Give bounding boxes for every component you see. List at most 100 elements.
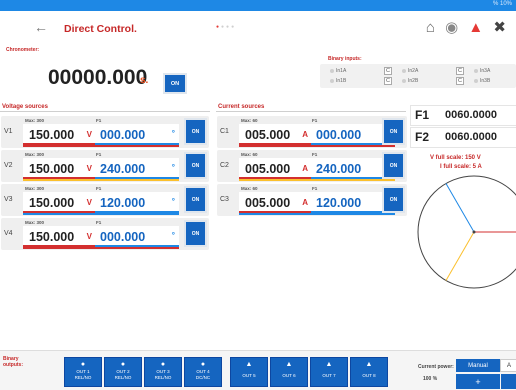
amplitude-field[interactable]: 150.000 V bbox=[23, 192, 95, 213]
phase-color-stripe bbox=[239, 213, 395, 215]
frequency-f2[interactable]: F2 0060.0000 bbox=[410, 127, 516, 148]
max-label: Max: 60 bbox=[241, 152, 258, 157]
current-row-c3: C3 Max: 60 F1 005.000A 120.000° ON bbox=[217, 184, 407, 216]
c1-on-button[interactable]: ON bbox=[382, 118, 405, 145]
amplitude-unit: V bbox=[86, 164, 92, 173]
phasor-diagram bbox=[417, 175, 516, 289]
source-label: V2 bbox=[4, 162, 13, 169]
amplitude-unit: V bbox=[86, 232, 92, 241]
auto-button[interactable]: A bbox=[500, 359, 516, 372]
amplitude-field[interactable]: 005.000 A bbox=[239, 124, 311, 145]
amplitude-field[interactable]: 005.000 A bbox=[239, 192, 311, 213]
source-label: V4 bbox=[4, 230, 13, 237]
amplitude-unit: A bbox=[302, 198, 308, 207]
f1-value: 0060.0000 bbox=[445, 109, 497, 121]
output-button-8[interactable]: ▲ OUT 8 bbox=[350, 357, 388, 387]
phase-value: 000.000 bbox=[100, 128, 146, 142]
binary-input-in1b-c[interactable]: C bbox=[384, 77, 392, 85]
extra-button[interactable] bbox=[501, 374, 516, 389]
phase-color-stripe bbox=[23, 247, 179, 249]
c2-on-button[interactable]: ON bbox=[382, 152, 405, 179]
chronometer-value: 00000.000 bbox=[48, 66, 148, 89]
current-full-scale: I full scale: 5 A bbox=[440, 164, 482, 170]
home-icon[interactable]: ⌂ bbox=[426, 19, 435, 36]
current-divider bbox=[216, 111, 406, 112]
output-button-7[interactable]: ▲ OUT 7 bbox=[310, 357, 348, 387]
source-label: C2 bbox=[220, 162, 229, 169]
binary-inputs-title: Binary inputs: bbox=[328, 56, 362, 62]
binary-input-in3a: In3A bbox=[474, 68, 490, 74]
phase-color-stripe bbox=[23, 179, 179, 181]
current-row-c1: C1 Max: 60 F1 005.000A 000.000° ON bbox=[217, 116, 407, 148]
output-button-5[interactable]: ▲ OUT 5 bbox=[230, 357, 268, 387]
output-button-4[interactable]: ● OUT 4 DC/NC bbox=[184, 357, 222, 387]
voltage-full-scale: V full scale: 150 V bbox=[430, 155, 481, 161]
amplitude-field[interactable]: 150.000 V bbox=[23, 124, 95, 145]
f1-label: F1 bbox=[96, 186, 102, 191]
settings-icon[interactable]: ◉ bbox=[445, 19, 458, 36]
frequency-f1[interactable]: F1 0060.0000 bbox=[410, 105, 516, 126]
manual-button[interactable]: Manual bbox=[456, 359, 500, 372]
phase-value: 240.000 bbox=[316, 162, 362, 176]
tools-icon[interactable]: ✖ bbox=[493, 19, 506, 36]
triangle-icon: ▲ bbox=[285, 361, 293, 368]
phase-color-stripe bbox=[23, 145, 179, 147]
current-sources-title: Current sources bbox=[218, 104, 265, 110]
phase-field[interactable]: 000.000 ° bbox=[95, 226, 179, 247]
max-label: Max: 300 bbox=[25, 186, 45, 191]
v2-on-button[interactable]: ON bbox=[184, 152, 207, 179]
phase-unit: ° bbox=[171, 129, 175, 138]
warning-icon[interactable]: ▲ bbox=[468, 19, 483, 36]
phase-value: 240.000 bbox=[100, 162, 146, 176]
binary-input-in2b-c[interactable]: C bbox=[456, 77, 464, 85]
phase-color-stripe bbox=[239, 145, 395, 147]
amplitude-field[interactable]: 150.000 V bbox=[23, 158, 95, 179]
voltage-row-v4: V4 Max: 300 F1 150.000 V 000.000 ° ON bbox=[1, 218, 209, 250]
phase-field[interactable]: 240.000 ° bbox=[95, 158, 179, 179]
binary-input-in2b: In2B bbox=[402, 78, 418, 84]
page-indicator[interactable]: ●●●● bbox=[216, 24, 236, 30]
amplitude-value: 150.000 bbox=[29, 162, 75, 176]
back-arrow-icon[interactable]: ← bbox=[34, 19, 48, 35]
current-row-c2: C2 Max: 60 F1 005.000A 240.000° ON bbox=[217, 150, 407, 182]
phase-value: 120.000 bbox=[316, 196, 362, 210]
phase-unit: ° bbox=[171, 163, 175, 172]
f1-label: F1 bbox=[312, 152, 318, 157]
status-bar: % 10% bbox=[0, 0, 516, 11]
v3-on-button[interactable]: ON bbox=[184, 186, 207, 213]
phase-unit: ° bbox=[171, 197, 175, 206]
c3-on-button[interactable]: ON bbox=[382, 186, 405, 213]
output-button-6[interactable]: ▲ OUT 6 bbox=[270, 357, 308, 387]
voltage-row-v2: V2 Max: 300 F1 150.000 V 240.000 ° ON bbox=[1, 150, 209, 182]
source-label: V1 bbox=[4, 128, 13, 135]
phase-field[interactable]: 000.000 ° bbox=[95, 124, 179, 145]
source-label: V3 bbox=[4, 196, 13, 203]
amplitude-unit: V bbox=[86, 130, 92, 139]
chronometer-unit: s. bbox=[140, 75, 149, 86]
output-button-3[interactable]: ● OUT 3 REL/NO bbox=[144, 357, 182, 387]
circle-icon: ● bbox=[200, 361, 206, 368]
led-icon bbox=[474, 68, 478, 73]
plus-button[interactable]: + bbox=[456, 374, 500, 389]
binary-input-in1a-c[interactable]: C bbox=[384, 67, 392, 75]
amplitude-field[interactable]: 005.000 A bbox=[239, 158, 311, 179]
led-icon bbox=[474, 78, 478, 83]
phase-value: 000.000 bbox=[316, 128, 362, 142]
f2-label: F2 bbox=[415, 130, 430, 144]
toolbar-icons: ⌂ ◉ ▲ ✖ bbox=[420, 18, 506, 36]
led-icon bbox=[330, 68, 334, 73]
output-button-1[interactable]: ● OUT 1 REL/NO bbox=[64, 357, 102, 387]
amplitude-field[interactable]: 150.000 V bbox=[23, 226, 95, 247]
triangle-icon: ▲ bbox=[325, 361, 333, 368]
binary-outputs-label: Binary outputs: bbox=[3, 356, 23, 368]
phase-value: 000.000 bbox=[100, 230, 146, 244]
phase-field[interactable]: 120.000 ° bbox=[95, 192, 179, 213]
binary-input-in2a-c[interactable]: C bbox=[456, 67, 464, 75]
binary-input-in1a: In1A bbox=[330, 68, 346, 74]
v1-on-button[interactable]: ON bbox=[184, 118, 207, 145]
triangle-icon: ▲ bbox=[365, 361, 373, 368]
amplitude-value: 005.000 bbox=[245, 196, 291, 210]
v4-on-button[interactable]: ON bbox=[184, 220, 207, 247]
output-button-2[interactable]: ● OUT 2 REL/NO bbox=[104, 357, 142, 387]
chronometer-on-button[interactable]: ON bbox=[163, 73, 187, 94]
